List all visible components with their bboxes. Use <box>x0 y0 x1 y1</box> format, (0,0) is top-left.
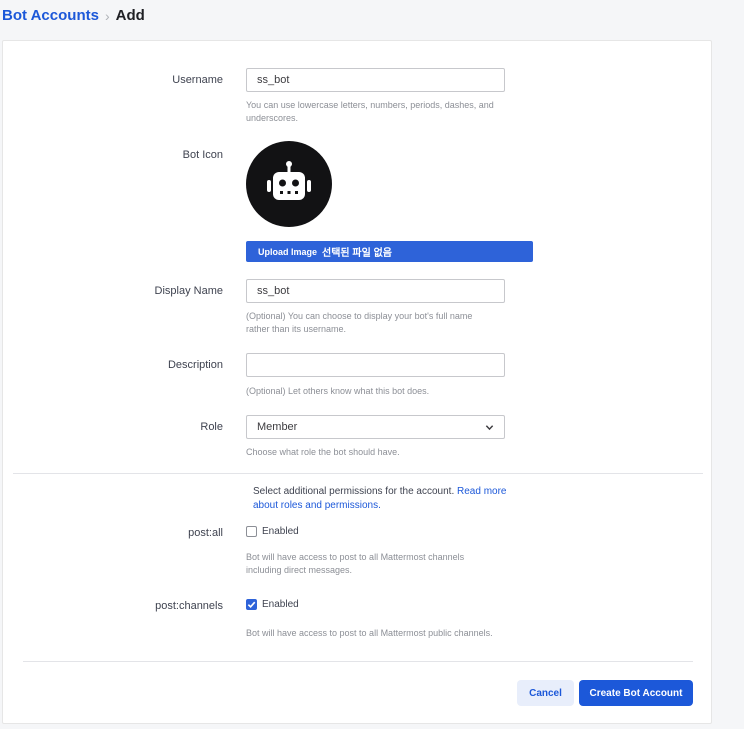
breadcrumb-bot-accounts-link[interactable]: Bot Accounts <box>2 7 99 24</box>
cancel-button[interactable]: Cancel <box>517 680 574 706</box>
username-label: Username <box>172 74 223 86</box>
role-help: Choose what role the bot should have. <box>246 447 400 457</box>
post-all-enabled-label: Enabled <box>262 526 299 537</box>
username-input[interactable] <box>246 68 505 92</box>
file-status-text: 선택된 파일 없음 <box>322 248 392 259</box>
chevron-right-icon: › <box>104 7 110 24</box>
permissions-intro: Select additional permissions for the ac… <box>253 485 523 513</box>
post-channels-checkbox-row[interactable]: Enabled <box>246 599 299 610</box>
role-selected-value: Member <box>257 421 298 433</box>
permissions-intro-text: Select additional permissions for the ac… <box>253 486 455 497</box>
description-label: Description <box>167 359 223 371</box>
post-channels-checkbox[interactable] <box>246 599 257 610</box>
create-bot-account-button[interactable]: Create Bot Account <box>579 680 693 706</box>
chevron-down-icon <box>485 424 494 430</box>
username-help: You can use lowercase letters, numbers, … <box>246 100 494 123</box>
description-input[interactable] <box>246 353 505 377</box>
robot-icon <box>267 161 311 200</box>
display-name-input[interactable] <box>246 279 505 303</box>
post-all-checkbox[interactable] <box>246 526 257 537</box>
post-channels-label: post:channels <box>155 600 223 612</box>
post-channels-help: Bot will have access to post to all Matt… <box>246 628 493 638</box>
post-all-label: post:all <box>188 527 223 539</box>
description-help: (Optional) Let others know what this bot… <box>246 386 430 396</box>
display-name-label: Display Name <box>154 285 223 297</box>
display-name-help: (Optional) You can choose to display you… <box>246 311 473 334</box>
section-divider <box>13 473 703 474</box>
bot-icon-label: Bot Icon <box>182 149 223 161</box>
post-all-checkbox-row[interactable]: Enabled <box>246 526 299 537</box>
upload-image-button[interactable]: Upload Image 선택된 파일 없음 <box>246 241 533 262</box>
bot-avatar <box>246 141 332 227</box>
breadcrumb-current: Add <box>115 7 145 24</box>
role-label: Role <box>200 421 223 433</box>
checkmark-icon <box>247 601 256 609</box>
post-channels-enabled-label: Enabled <box>262 599 299 610</box>
breadcrumb: Bot Accounts › Add <box>2 7 145 24</box>
role-select[interactable]: Member <box>246 415 505 439</box>
post-all-help: Bot will have access to post to all Matt… <box>246 552 465 575</box>
footer-divider <box>23 661 693 662</box>
upload-image-label: Upload Image <box>258 246 318 257</box>
bot-form-card: Username You can use lowercase letters, … <box>2 40 712 724</box>
